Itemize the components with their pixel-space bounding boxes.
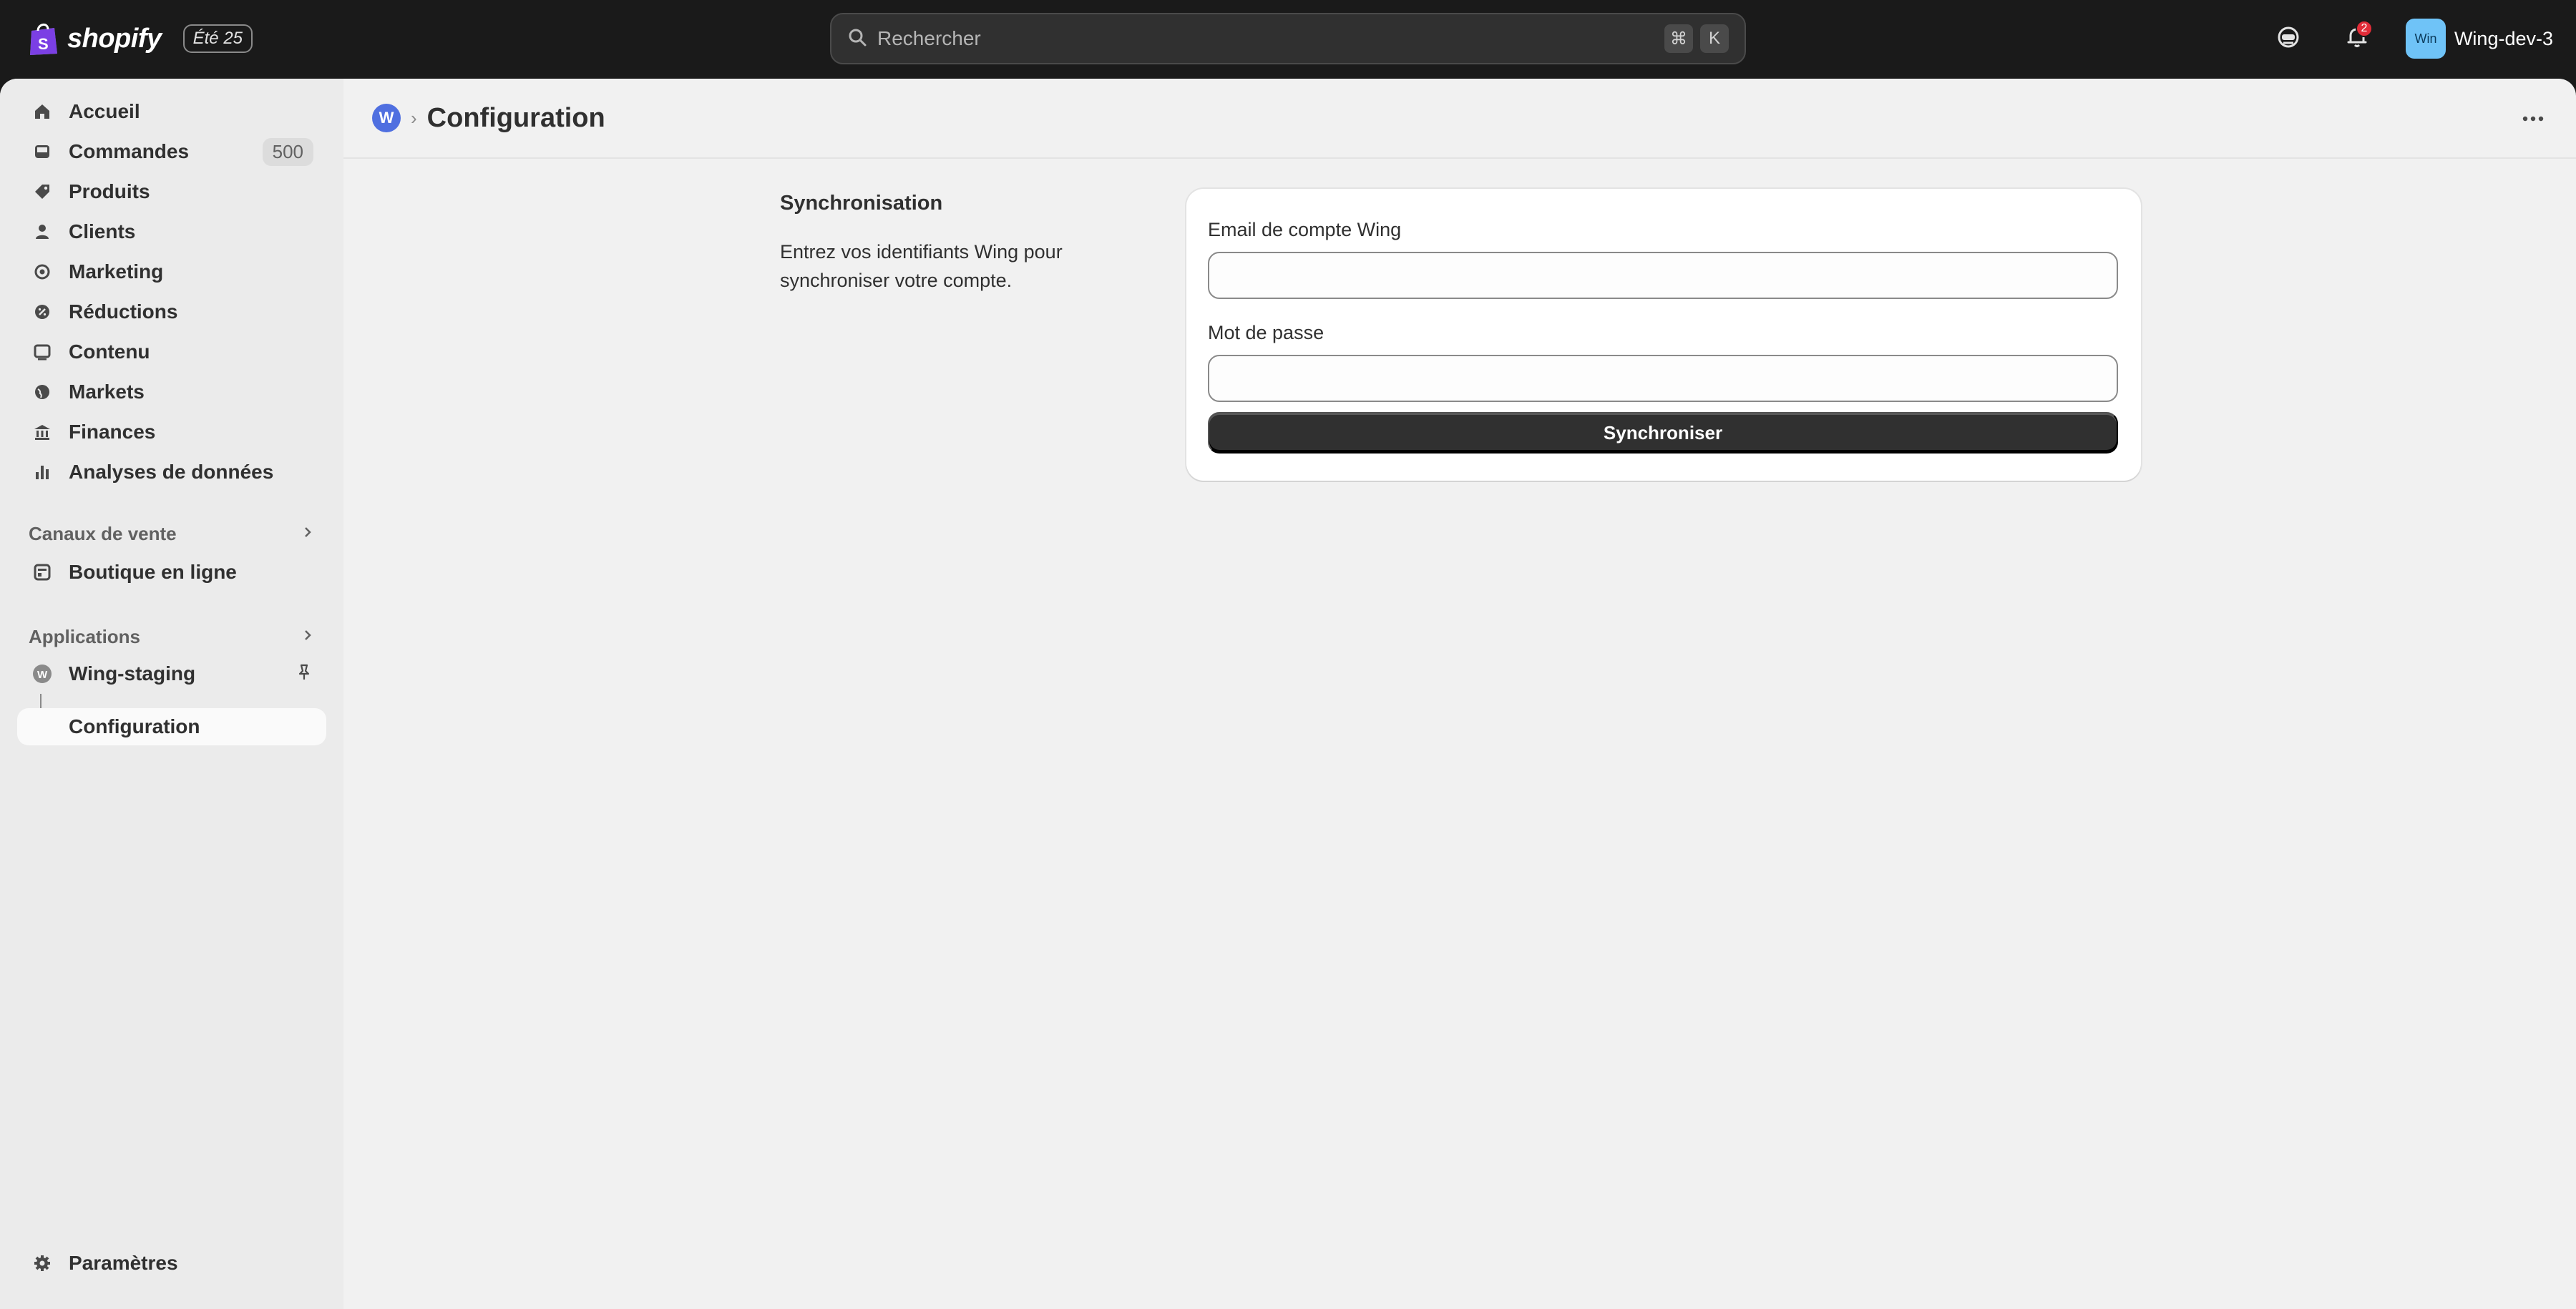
- target-icon: [30, 260, 54, 284]
- tag-icon: [30, 180, 54, 204]
- sidebar-item-label: Analyses de données: [69, 461, 274, 483]
- svg-text:S: S: [38, 35, 49, 53]
- account-menu[interactable]: Win Wing-dev-3: [2405, 19, 2553, 59]
- home-icon: [30, 99, 54, 124]
- sidebar-item-parametres[interactable]: Paramètres: [17, 1245, 326, 1282]
- chevron-right-icon: [301, 628, 315, 646]
- person-icon: [30, 220, 54, 244]
- orders-count-badge: 500: [262, 137, 313, 166]
- svg-text:W: W: [37, 669, 48, 681]
- sidebar-item-label: Clients: [69, 220, 136, 242]
- chart-icon: [30, 460, 54, 484]
- page-header: W › Configuration: [343, 79, 2576, 159]
- breadcrumb-chevron-icon: ›: [411, 107, 417, 129]
- shopify-logo[interactable]: S shopify Été 25: [27, 17, 253, 60]
- notifications-button[interactable]: 2: [2337, 19, 2377, 59]
- shortcut-key-k: K: [1700, 24, 1729, 53]
- sidebar-item-contenu[interactable]: Contenu: [17, 333, 326, 371]
- sidebar-item-label: Accueil: [69, 100, 140, 122]
- sidebar-item-commandes[interactable]: Commandes 500: [17, 133, 326, 170]
- sidebar-item-label: Réductions: [69, 300, 178, 323]
- store-icon: [30, 560, 54, 584]
- main-content: W › Configuration Synchronisation Entrez…: [343, 79, 2576, 1309]
- shortcut-key-cmd: ⌘: [1664, 24, 1693, 53]
- avatar: Win: [2405, 19, 2446, 59]
- account-name: Wing-dev-3: [2454, 27, 2553, 49]
- sidebar-item-marketing[interactable]: Marketing: [17, 253, 326, 290]
- sidekick-icon: [2276, 25, 2301, 53]
- shopify-wordmark: shopify: [67, 23, 162, 54]
- hidden-spacer-8: [17, 747, 326, 784]
- sidebar-item-label: Produits: [69, 180, 150, 202]
- sync-form-card: Email de compte Wing Mot de passe Synchr…: [1186, 189, 2141, 481]
- top-actions: 2 Win Wing-dev-3: [2268, 17, 2553, 60]
- sidebar-item-label: Markets: [69, 381, 145, 403]
- sidebar-item-label: Paramètres: [69, 1252, 178, 1274]
- globe-icon: [30, 380, 54, 404]
- sidebar-item-finances[interactable]: Finances: [17, 413, 326, 451]
- email-field[interactable]: [1208, 252, 2118, 299]
- search-bar[interactable]: Rechercher ⌘ K: [830, 13, 1746, 64]
- sidebar-item-label: Marketing: [69, 260, 164, 283]
- notification-count-badge: 2: [2355, 20, 2373, 37]
- password-label: Mot de passe: [1208, 322, 1324, 343]
- search-icon: [847, 27, 867, 51]
- sidebar-item-label: Commandes: [69, 140, 190, 162]
- section-title: Synchronisation: [780, 192, 943, 215]
- sales-channels-header[interactable]: Canaux de vente: [29, 518, 315, 549]
- top-bar: S shopify Été 25 Rechercher ⌘ K 2 Win Wi…: [0, 0, 2576, 79]
- password-field[interactable]: [1208, 355, 2118, 402]
- chevron-right-icon: [301, 525, 315, 543]
- apps-header[interactable]: Applications: [29, 621, 315, 652]
- sidebar: Accueil Commandes 500 Produits Clients M…: [0, 79, 343, 1309]
- page-title: Configuration: [426, 102, 605, 133]
- section-description: Entrez vos identifiants Wing pour synchr…: [780, 241, 1063, 291]
- email-label: Email de compte Wing: [1208, 219, 1402, 240]
- sales-channels-label: Canaux de vente: [29, 522, 177, 544]
- inbox-icon: [30, 139, 54, 164]
- sidebar-item-label: Contenu: [69, 340, 150, 363]
- sidebar-item-label: Configuration: [69, 715, 200, 737]
- sidebar-item-produits[interactable]: Produits: [17, 173, 326, 210]
- wing-app-icon: W: [30, 662, 54, 686]
- image-icon: [30, 340, 54, 364]
- sidebar-item-accueil[interactable]: Accueil: [17, 93, 326, 130]
- search-placeholder: Rechercher: [877, 27, 981, 49]
- pin-icon[interactable]: [295, 663, 313, 685]
- app-badge-icon[interactable]: W: [372, 104, 401, 132]
- sidebar-item-clients[interactable]: Clients: [17, 213, 326, 250]
- bank-icon: [30, 420, 54, 444]
- sync-button[interactable]: Synchroniser: [1208, 412, 2118, 454]
- sidebar-item-analyses[interactable]: Analyses de données: [17, 454, 326, 491]
- discount-icon: [30, 300, 54, 324]
- edition-badge[interactable]: Été 25: [182, 24, 253, 53]
- gear-icon: [30, 1251, 54, 1275]
- sidebar-item-label: Finances: [69, 421, 156, 443]
- sidebar-item-boutique[interactable]: Boutique en ligne: [17, 554, 326, 591]
- more-actions-icon[interactable]: [2516, 103, 2550, 134]
- sidebar-item-label: Wing-staging: [69, 662, 196, 685]
- sidebar-item-label: Boutique en ligne: [69, 561, 237, 583]
- apps-label: Applications: [29, 625, 141, 647]
- admin-frame: Accueil Commandes 500 Produits Clients M…: [0, 79, 2576, 1309]
- sidebar-item-wing-staging[interactable]: W Wing-staging: [17, 655, 326, 692]
- shopify-bag-icon: S: [27, 21, 59, 57]
- sidekick-button[interactable]: [2268, 19, 2308, 59]
- sidebar-item-markets[interactable]: Markets: [17, 373, 326, 411]
- sidebar-item-reductions[interactable]: Réductions: [17, 293, 326, 330]
- sidebar-item-configuration[interactable]: Configuration: [17, 708, 326, 745]
